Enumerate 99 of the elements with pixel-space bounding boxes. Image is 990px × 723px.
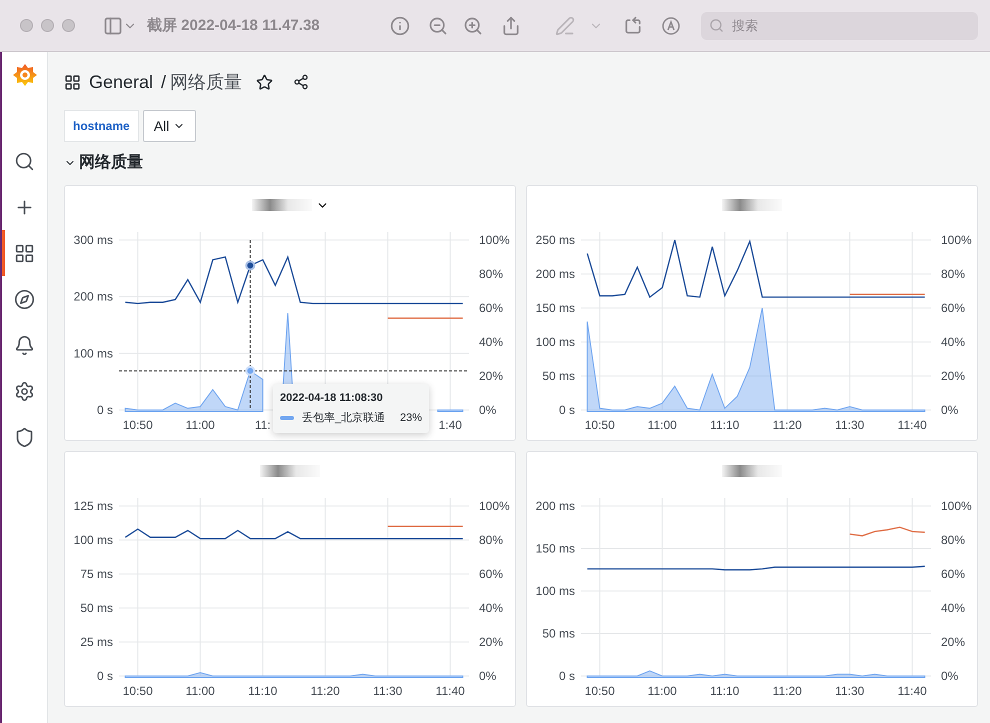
axis-tick-label: 100%	[479, 499, 510, 513]
axis-tick-label: 200 ms	[536, 499, 575, 513]
axis-tick-label: 11:	[254, 418, 271, 432]
axis-tick-label: 11:10	[710, 418, 740, 432]
axis-tick-label: 40%	[941, 601, 966, 615]
axis-tick-label: 40%	[479, 335, 504, 349]
axis-tick-label: 100%	[479, 233, 510, 247]
axis-tick-label: 0%	[479, 403, 496, 417]
close-window-button[interactable]	[20, 19, 33, 32]
axis-tick-label: 60%	[479, 567, 504, 581]
axis-tick-label: 50 ms	[542, 369, 575, 383]
axis-tick-label: 11:00	[648, 684, 677, 698]
dashboard-title: 网络质量	[170, 71, 242, 94]
grid-icon	[64, 74, 81, 90]
zoom-window-button[interactable]	[62, 19, 75, 32]
breadcrumb-separator: /	[161, 72, 166, 92]
series-name: 丢包率_北京联通	[302, 410, 386, 425]
axis-tick-label: 80%	[479, 533, 504, 547]
axis-tick-label: 100 ms	[74, 533, 113, 547]
hover-marker	[245, 366, 256, 376]
tooltip-time: 2022-04-18 11:08:30	[280, 392, 384, 404]
axis-tick-label: 11:20	[772, 684, 802, 698]
row-title[interactable]: 网络质量	[64, 152, 143, 173]
axis-tick-label: 75 ms	[80, 567, 113, 581]
redacted-title	[260, 465, 320, 477]
hover-marker	[245, 260, 256, 270]
axis-tick-label: 100%	[941, 499, 972, 513]
star-icon[interactable]	[256, 74, 274, 90]
axis-tick-label: 11:40	[898, 418, 927, 432]
axis-tick-label: 11:30	[835, 684, 864, 698]
axis-tick-label: 100 ms	[536, 584, 575, 598]
axis-tick-label: 200 ms	[74, 290, 113, 304]
axis-tick-label: 60%	[479, 301, 504, 315]
axis-tick-label: 100%	[941, 233, 972, 247]
axis-tick-label: 40%	[479, 601, 504, 615]
redacted-title	[722, 465, 782, 477]
pen-icon[interactable]	[554, 16, 575, 36]
redacted-title	[722, 199, 782, 211]
axis-tick-label: 25 ms	[80, 635, 113, 649]
axis-tick-label: 11:40	[898, 684, 927, 698]
axis-tick-label: 50 ms	[80, 601, 113, 615]
axis-tick-label: 11:10	[248, 684, 278, 698]
axis-tick-label: 80%	[941, 533, 966, 547]
axis-tick-label: 0%	[479, 669, 496, 683]
axis-tick-label: 11:20	[772, 418, 802, 432]
axis-tick-label: 20%	[941, 369, 966, 383]
axis-tick-label: 10:50	[584, 684, 615, 698]
axis-tick-label: 11:00	[186, 684, 215, 698]
search-field[interactable]: 搜索	[701, 12, 978, 40]
axis-tick-label: 200 ms	[536, 267, 575, 281]
zoom-out-icon[interactable]	[428, 16, 448, 36]
axis-tick-label: 11:30	[835, 418, 864, 432]
share-icon[interactable]	[293, 74, 310, 90]
minimize-window-button[interactable]	[41, 19, 54, 32]
axis-tick-label: 11:30	[373, 684, 402, 698]
sidebar-toggle-icon[interactable]	[103, 16, 123, 36]
variable-label: hostname	[64, 110, 139, 142]
axis-tick-label: 11:40	[436, 684, 465, 698]
axis-tick-label: 10:50	[122, 418, 153, 432]
axis-tick-label: 11:10	[710, 684, 740, 698]
axis-tick-label: 50 ms	[542, 626, 575, 640]
markup-icon[interactable]	[660, 16, 681, 36]
axis-tick-label: 0 s	[96, 403, 113, 417]
axis-tick-label: 250 ms	[536, 233, 575, 247]
zoom-in-icon[interactable]	[462, 16, 483, 36]
axis-tick-label: 11:00	[648, 418, 677, 432]
axis-tick-label: 20%	[479, 635, 504, 649]
axis-tick-label: 40%	[941, 335, 966, 349]
axis-tick-label: 1:40	[438, 418, 462, 432]
axis-tick-label: 80%	[941, 267, 966, 281]
axis-tick-label: 150 ms	[536, 301, 575, 315]
folder-link[interactable]: General	[89, 72, 154, 92]
axis-tick-label: 100 ms	[74, 346, 113, 360]
axis-tick-label: 11:00	[186, 418, 215, 432]
variable-select[interactable]: All	[142, 110, 196, 142]
redacted-title	[252, 199, 312, 211]
search-icon	[709, 18, 724, 33]
axis-tick-label: 0%	[941, 403, 958, 417]
search-input[interactable]: 搜索	[730, 17, 930, 34]
axis-tick-label: 80%	[479, 267, 504, 281]
axis-tick-label: 10:50	[584, 418, 615, 432]
axis-tick-label: 60%	[941, 301, 966, 315]
axis-tick-label: 20%	[941, 635, 966, 649]
axis-tick-label: 150 ms	[536, 542, 575, 556]
axis-tick-label: 20%	[479, 369, 504, 383]
axis-tick-label: 100 ms	[536, 335, 575, 349]
axis-tick-label: 0 s	[558, 669, 575, 683]
axis-tick-label: 0%	[941, 669, 958, 683]
info-icon[interactable]	[390, 16, 410, 36]
axis-tick-label: 11:20	[310, 684, 340, 698]
axis-tick-label: 125 ms	[74, 499, 113, 513]
window-title: 截屏 2022-04-18 11.47.38	[147, 16, 320, 35]
axis-tick-label: 300 ms	[74, 233, 113, 247]
axis-tick-label: 0 s	[96, 669, 113, 683]
axis-tick-label: 10:50	[122, 684, 153, 698]
axis-tick-label: 60%	[941, 567, 966, 581]
rotate-icon[interactable]	[622, 16, 643, 36]
series-value: 23%	[400, 412, 422, 424]
axis-tick-label: 0 s	[558, 403, 575, 417]
